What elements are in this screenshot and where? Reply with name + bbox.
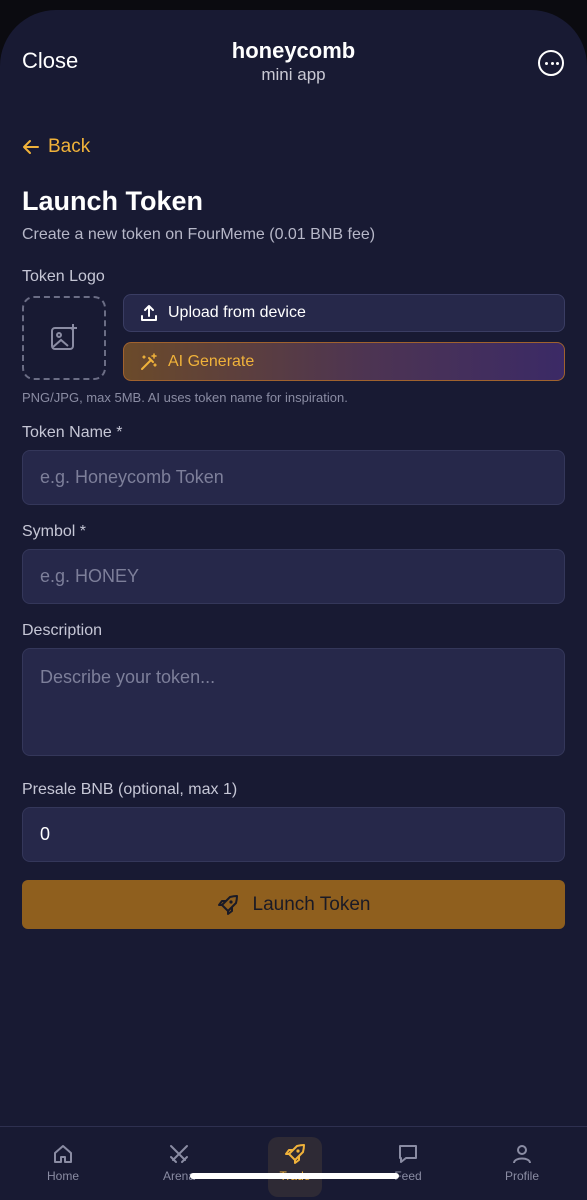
home-indicator[interactable] [190, 1173, 399, 1179]
app-subtitle: mini app [261, 65, 326, 84]
logo-hint: PNG/JPG, max 5MB. AI uses token name for… [22, 390, 348, 405]
token-logo-label: Token Logo [22, 268, 105, 285]
symbol-input[interactable]: e.g. HONEY [22, 549, 565, 604]
app-title: honeycomb [231, 38, 356, 63]
top-bar: Close honeycomb mini app [0, 10, 587, 110]
tab-feed[interactable]: Feed [368, 1127, 448, 1200]
upload-button[interactable]: Upload from device [123, 294, 565, 332]
token-name-label: Token Name * [22, 424, 123, 441]
home-icon [54, 1145, 72, 1163]
rocket-icon [217, 894, 238, 915]
tab-profile-label: Profile [504, 1169, 539, 1183]
crossed-swords-icon [170, 1145, 188, 1163]
tab-home[interactable]: Home [23, 1127, 103, 1200]
tab-home-label: Home [46, 1169, 79, 1183]
chat-bubble-icon [399, 1145, 417, 1163]
rocket-icon [285, 1144, 305, 1164]
back-link[interactable]: Back [22, 136, 90, 158]
tab-profile[interactable]: Profile [482, 1127, 562, 1200]
image-plus-icon [51, 324, 77, 350]
upload-label: Upload from device [168, 304, 306, 321]
tab-arena[interactable]: Arena [139, 1127, 219, 1200]
token-name-input[interactable]: e.g. Honeycomb Token [22, 450, 565, 505]
presale-value: 0 [40, 824, 51, 844]
app-screen: Close honeycomb mini app Back Launch Tok… [0, 10, 587, 1200]
launch-token-label: Launch Token [252, 893, 371, 915]
magic-wand-icon [141, 352, 157, 370]
symbol-label: Symbol * [22, 523, 87, 540]
presale-input[interactable]: 0 [22, 807, 565, 862]
user-icon [513, 1145, 531, 1164]
token-name-placeholder: e.g. Honeycomb Token [40, 467, 224, 487]
description-label: Description [22, 622, 103, 639]
symbol-placeholder: e.g. HONEY [40, 566, 140, 586]
back-label: Back [48, 136, 91, 157]
description-textarea[interactable]: Describe your token... [22, 648, 565, 756]
bottom-tab-bar: Home Arena Trade Feed Profile [0, 1126, 587, 1200]
tab-trade[interactable]: Trade [255, 1127, 335, 1200]
launch-token-button[interactable]: Launch Token [22, 880, 565, 929]
upload-icon [141, 305, 157, 321]
ai-generate-label: AI Generate [168, 352, 255, 370]
logo-dropzone[interactable] [22, 296, 106, 380]
more-icon[interactable] [538, 50, 564, 76]
presale-label: Presale BNB (optional, max 1) [22, 781, 238, 798]
arrow-left-icon [23, 140, 39, 154]
description-placeholder: Describe your token... [40, 667, 216, 687]
page-title: Launch Token [22, 186, 204, 216]
ai-generate-button[interactable]: AI Generate [123, 342, 565, 381]
page-subtitle: Create a new token on FourMeme (0.01 BNB… [22, 226, 376, 243]
